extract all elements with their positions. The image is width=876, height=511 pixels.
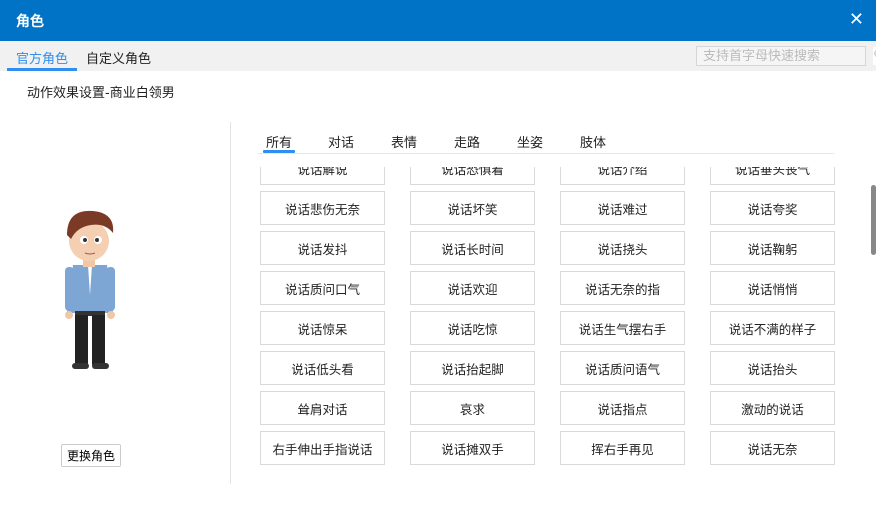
scrollbar-thumb[interactable] bbox=[871, 185, 876, 255]
action-list: 说话解说 说话恐惧着 说话介绍 说话垂头丧气说话悲伤无奈 说话坏笑 说话难过 说话夸奖说话发… bbox=[255, 167, 855, 483]
action-button[interactable]: 说话抬头 bbox=[710, 351, 835, 385]
category-tab-expression[interactable]: 表情 bbox=[391, 132, 417, 151]
action-button[interactable]: 说话无奈 bbox=[710, 431, 835, 465]
action-button[interactable]: 耸肩对话 bbox=[260, 391, 385, 425]
action-button[interactable]: 说话不满的样子 bbox=[710, 311, 835, 345]
active-category-indicator bbox=[263, 150, 295, 153]
tab-custom-roles[interactable]: 自定义角色 bbox=[86, 48, 151, 67]
action-button[interactable]: 说话长时间 bbox=[410, 231, 535, 265]
action-button[interactable]: 说话生气摆右手 bbox=[560, 311, 685, 345]
category-tab-dialogue[interactable]: 对话 bbox=[328, 132, 354, 151]
action-button[interactable]: 说话悲伤无奈 bbox=[260, 191, 385, 225]
panel-divider bbox=[230, 122, 231, 484]
action-button[interactable]: 说话悄悄 bbox=[710, 271, 835, 305]
category-tab-body[interactable]: 肢体 bbox=[580, 132, 606, 151]
action-button[interactable]: 说话指点 bbox=[560, 391, 685, 425]
action-button[interactable]: 说话欢迎 bbox=[410, 271, 535, 305]
action-button[interactable]: 右手伸出手指说话 bbox=[260, 431, 385, 465]
title-bar: 角色 ✕ bbox=[0, 0, 876, 41]
action-category-tabs: 所有 对话 表情 走路 坐姿 肢体 bbox=[258, 130, 834, 154]
action-button[interactable]: 说话解说 bbox=[260, 167, 385, 185]
action-button[interactable]: 说话低头看 bbox=[260, 351, 385, 385]
action-button[interactable]: 说话抬起脚 bbox=[410, 351, 535, 385]
action-button[interactable]: 说话难过 bbox=[560, 191, 685, 225]
action-button[interactable]: 激动的说话 bbox=[710, 391, 835, 425]
tab-official-roles[interactable]: 官方角色 bbox=[16, 48, 68, 67]
category-tab-all[interactable]: 所有 bbox=[266, 132, 292, 151]
change-role-button[interactable]: 更换角色 bbox=[61, 444, 121, 467]
action-button[interactable]: 说话吃惊 bbox=[410, 311, 535, 345]
close-icon[interactable]: ✕ bbox=[849, 9, 864, 30]
action-button[interactable]: 说话鞠躬 bbox=[710, 231, 835, 265]
action-button[interactable]: 说话挠头 bbox=[560, 231, 685, 265]
action-button[interactable]: 说话坏笑 bbox=[410, 191, 535, 225]
action-button[interactable]: 说话无奈的指 bbox=[560, 271, 685, 305]
action-button[interactable]: 说话惊呆 bbox=[260, 311, 385, 345]
action-button[interactable]: 说话摊双手 bbox=[410, 431, 535, 465]
category-tab-walking[interactable]: 走路 bbox=[454, 132, 480, 151]
action-button[interactable]: 说话夸奖 bbox=[710, 191, 835, 225]
page-subtitle: 动作效果设置-商业白领男 bbox=[27, 86, 175, 101]
action-button[interactable]: 说话质问语气 bbox=[560, 351, 685, 385]
active-tab-indicator bbox=[7, 68, 77, 71]
category-tab-sitting[interactable]: 坐姿 bbox=[517, 132, 543, 151]
action-grid: 说话解说 说话恐惧着 说话介绍 说话垂头丧气说话悲伤无奈 说话坏笑 说话难过 说话夸奖说话发… bbox=[260, 167, 835, 465]
action-button[interactable]: 说话质问口气 bbox=[260, 271, 385, 305]
action-button[interactable]: 说话发抖 bbox=[260, 231, 385, 265]
action-button[interactable]: 说话恐惧着 bbox=[410, 167, 535, 185]
search-input[interactable] bbox=[697, 47, 873, 65]
action-button[interactable]: 说话介绍 bbox=[560, 167, 685, 185]
character-preview bbox=[65, 210, 115, 369]
action-button[interactable]: 挥右手再见 bbox=[560, 431, 685, 465]
action-button[interactable]: 说话垂头丧气 bbox=[710, 167, 835, 185]
action-button[interactable]: 哀求 bbox=[410, 391, 535, 425]
search-box: 🔍︎ bbox=[696, 46, 876, 66]
dialog-title: 角色 bbox=[16, 14, 44, 30]
